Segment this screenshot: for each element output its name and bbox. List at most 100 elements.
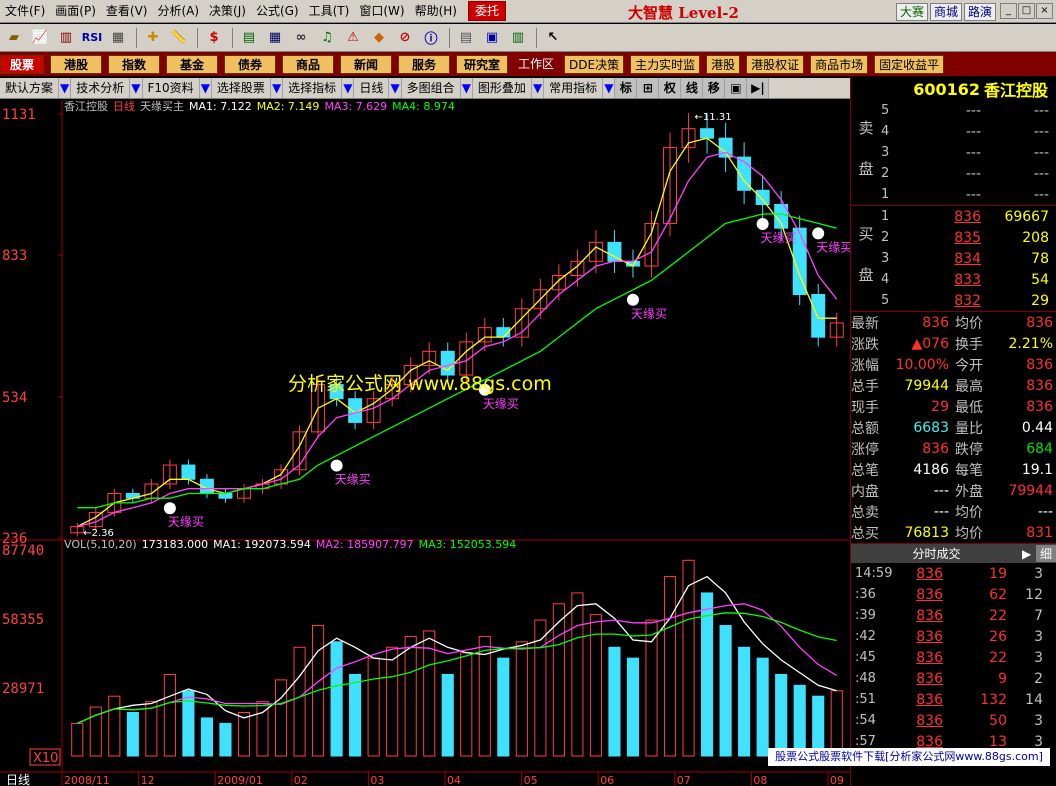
x-axis-label: 12 xyxy=(141,774,155,786)
nav-tab[interactable]: 工作区 xyxy=(514,54,559,74)
info-icon[interactable]: ⓘ xyxy=(419,27,443,49)
level: 2 xyxy=(881,230,890,245)
volume: 78 xyxy=(1031,250,1049,267)
menu-item[interactable]: 画面(P) xyxy=(50,0,101,23)
subbar-icon-button[interactable]: 权 xyxy=(659,78,682,98)
nav-tab[interactable]: 债券 xyxy=(224,54,276,74)
binoculars-icon[interactable]: ∞ xyxy=(289,27,313,49)
subbar-icon-button[interactable]: ▣ xyxy=(725,78,748,98)
volume: --- xyxy=(1033,144,1049,161)
price: --- xyxy=(965,123,981,140)
menu-item[interactable]: 窗口(W) xyxy=(354,0,409,23)
subbar-icon-button[interactable]: 移 xyxy=(703,78,726,98)
subbar-icon-button[interactable]: ▶| xyxy=(747,78,770,98)
nav-tab[interactable]: 港股 xyxy=(706,54,741,74)
top-right-button[interactable]: 商城 xyxy=(930,3,963,21)
nav-tab[interactable]: 新闻 xyxy=(340,54,392,74)
dropdown-icon[interactable]: ▼ xyxy=(130,78,143,98)
menu-item[interactable]: 公式(G) xyxy=(251,0,304,23)
subbar-item[interactable]: 默认方案 xyxy=(0,78,60,98)
stat-key: 内盘 xyxy=(851,483,879,500)
menu-item[interactable]: 工具(T) xyxy=(304,0,355,23)
menu-item[interactable]: 查看(V) xyxy=(101,0,153,23)
open-icon[interactable]: ▰ xyxy=(2,27,26,49)
rsi-icon[interactable]: RSI xyxy=(80,27,104,49)
nav-tab[interactable]: 港股权证 xyxy=(746,54,805,74)
top-right-button[interactable]: 大赛 xyxy=(896,3,929,21)
dollar-icon[interactable]: $ xyxy=(202,27,226,49)
subbar-item[interactable]: 选择股票 xyxy=(212,78,271,98)
table-icon[interactable]: ▦ xyxy=(263,27,287,49)
dropdown-icon[interactable]: ▼ xyxy=(59,78,72,98)
minimize-icon[interactable]: _ xyxy=(1000,3,1017,19)
nav-tab[interactable]: DDE决策 xyxy=(564,54,625,74)
alert-icon[interactable]: ⚠ xyxy=(341,27,365,49)
alarm-icon[interactable]: ♫ xyxy=(315,27,339,49)
nav-tab[interactable]: 服务 xyxy=(398,54,450,74)
x-axis-label: 03 xyxy=(370,774,384,786)
subbar-item[interactable]: 选择指标 xyxy=(283,78,343,98)
line-chart-icon[interactable]: 📈 xyxy=(28,27,52,49)
grid-icon[interactable]: ▦ xyxy=(106,27,130,49)
volume: --- xyxy=(1033,123,1049,140)
dropdown-icon[interactable]: ▼ xyxy=(271,78,284,98)
menu-item[interactable]: 文件(F) xyxy=(0,0,50,23)
tick-price: 836 xyxy=(916,565,943,582)
top-right-button[interactable]: 路演 xyxy=(964,3,997,21)
subbar-item[interactable]: F10资料 xyxy=(143,78,200,98)
nav-tab[interactable]: 商品市场 xyxy=(810,54,869,74)
trade-button[interactable]: 委托 xyxy=(467,1,506,21)
menu-item[interactable]: 分析(A) xyxy=(152,0,204,23)
film-icon[interactable]: ▤ xyxy=(237,27,261,49)
stat-value: 836 xyxy=(922,440,949,457)
subbar-item[interactable]: 多图组合 xyxy=(402,78,461,98)
stat-row: 现手 29 最低 836 xyxy=(851,396,1056,417)
print-icon[interactable]: ▤ xyxy=(454,27,478,49)
nav-tab[interactable]: 主力实时监 xyxy=(630,54,701,74)
stop-icon[interactable]: ⊘ xyxy=(393,27,417,49)
subbar-icon-button[interactable]: 线 xyxy=(681,78,704,98)
price: 833 xyxy=(954,271,981,288)
diamond-icon[interactable]: ◆ xyxy=(367,27,391,49)
dropdown-icon[interactable]: ▼ xyxy=(342,78,355,98)
stat-row: 总手 79944 最高 836 xyxy=(851,375,1056,396)
vol-axis-label: 87740 xyxy=(2,543,44,559)
stat-value: --- xyxy=(933,482,949,499)
subbar-item[interactable]: 技术分析 xyxy=(71,78,131,98)
nav-tab[interactable]: 港股 xyxy=(50,54,102,74)
bar-chart-icon[interactable]: ▥ xyxy=(54,27,78,49)
subbar-item[interactable]: 日线 xyxy=(354,78,390,98)
level: 3 xyxy=(881,145,890,160)
cross-icon[interactable]: ✚ xyxy=(141,27,165,49)
dropdown-icon[interactable]: ▼ xyxy=(461,78,473,98)
books-icon[interactable]: ▥ xyxy=(506,27,530,49)
maximize-icon[interactable]: □ xyxy=(1018,3,1035,19)
dropdown-icon[interactable]: ▼ xyxy=(200,78,212,98)
nav-tab[interactable]: 股票 xyxy=(0,54,44,74)
dropdown-icon[interactable]: ▼ xyxy=(603,78,616,98)
stock-title: 600162 香江控股 xyxy=(851,78,1056,101)
tick-time: :39 xyxy=(855,608,876,623)
subbar-icon-button[interactable]: ⊞ xyxy=(637,78,660,98)
nav-tab[interactable]: 固定收益平 xyxy=(874,54,945,74)
stat-key: 今开 xyxy=(955,357,983,374)
calendar-icon[interactable]: ▣ xyxy=(480,27,504,49)
subbar-item[interactable]: 图形叠加 xyxy=(473,78,532,98)
nav-tab[interactable]: 商品 xyxy=(282,54,334,74)
menu-item[interactable]: 决策(J) xyxy=(204,0,251,23)
nav-tab[interactable]: 指数 xyxy=(108,54,160,74)
menu-item[interactable]: 帮助(H) xyxy=(410,0,462,23)
kline-chart[interactable]: 1131833534236天缘买天缘买天缘买天缘买天缘买天缘买←11.31←2.… xyxy=(0,100,850,786)
subbar-item[interactable]: 常用指标 xyxy=(544,78,604,98)
help-pointer-icon[interactable]: ↖ xyxy=(541,27,565,49)
ticks-detail-button[interactable]: 细 xyxy=(1036,545,1056,562)
ruler-icon[interactable]: 📏 xyxy=(167,27,191,49)
subbar-icon-button[interactable]: 标 xyxy=(615,78,638,98)
nav-tab[interactable]: 基金 xyxy=(166,54,218,74)
nav-tab[interactable]: 研究室 xyxy=(456,54,508,74)
play-icon[interactable]: ▶ xyxy=(1022,547,1036,561)
dropdown-icon[interactable]: ▼ xyxy=(389,78,402,98)
dropdown-icon[interactable]: ▼ xyxy=(532,78,545,98)
stat-value: 836 xyxy=(922,314,949,331)
close-icon[interactable]: × xyxy=(1036,3,1053,19)
